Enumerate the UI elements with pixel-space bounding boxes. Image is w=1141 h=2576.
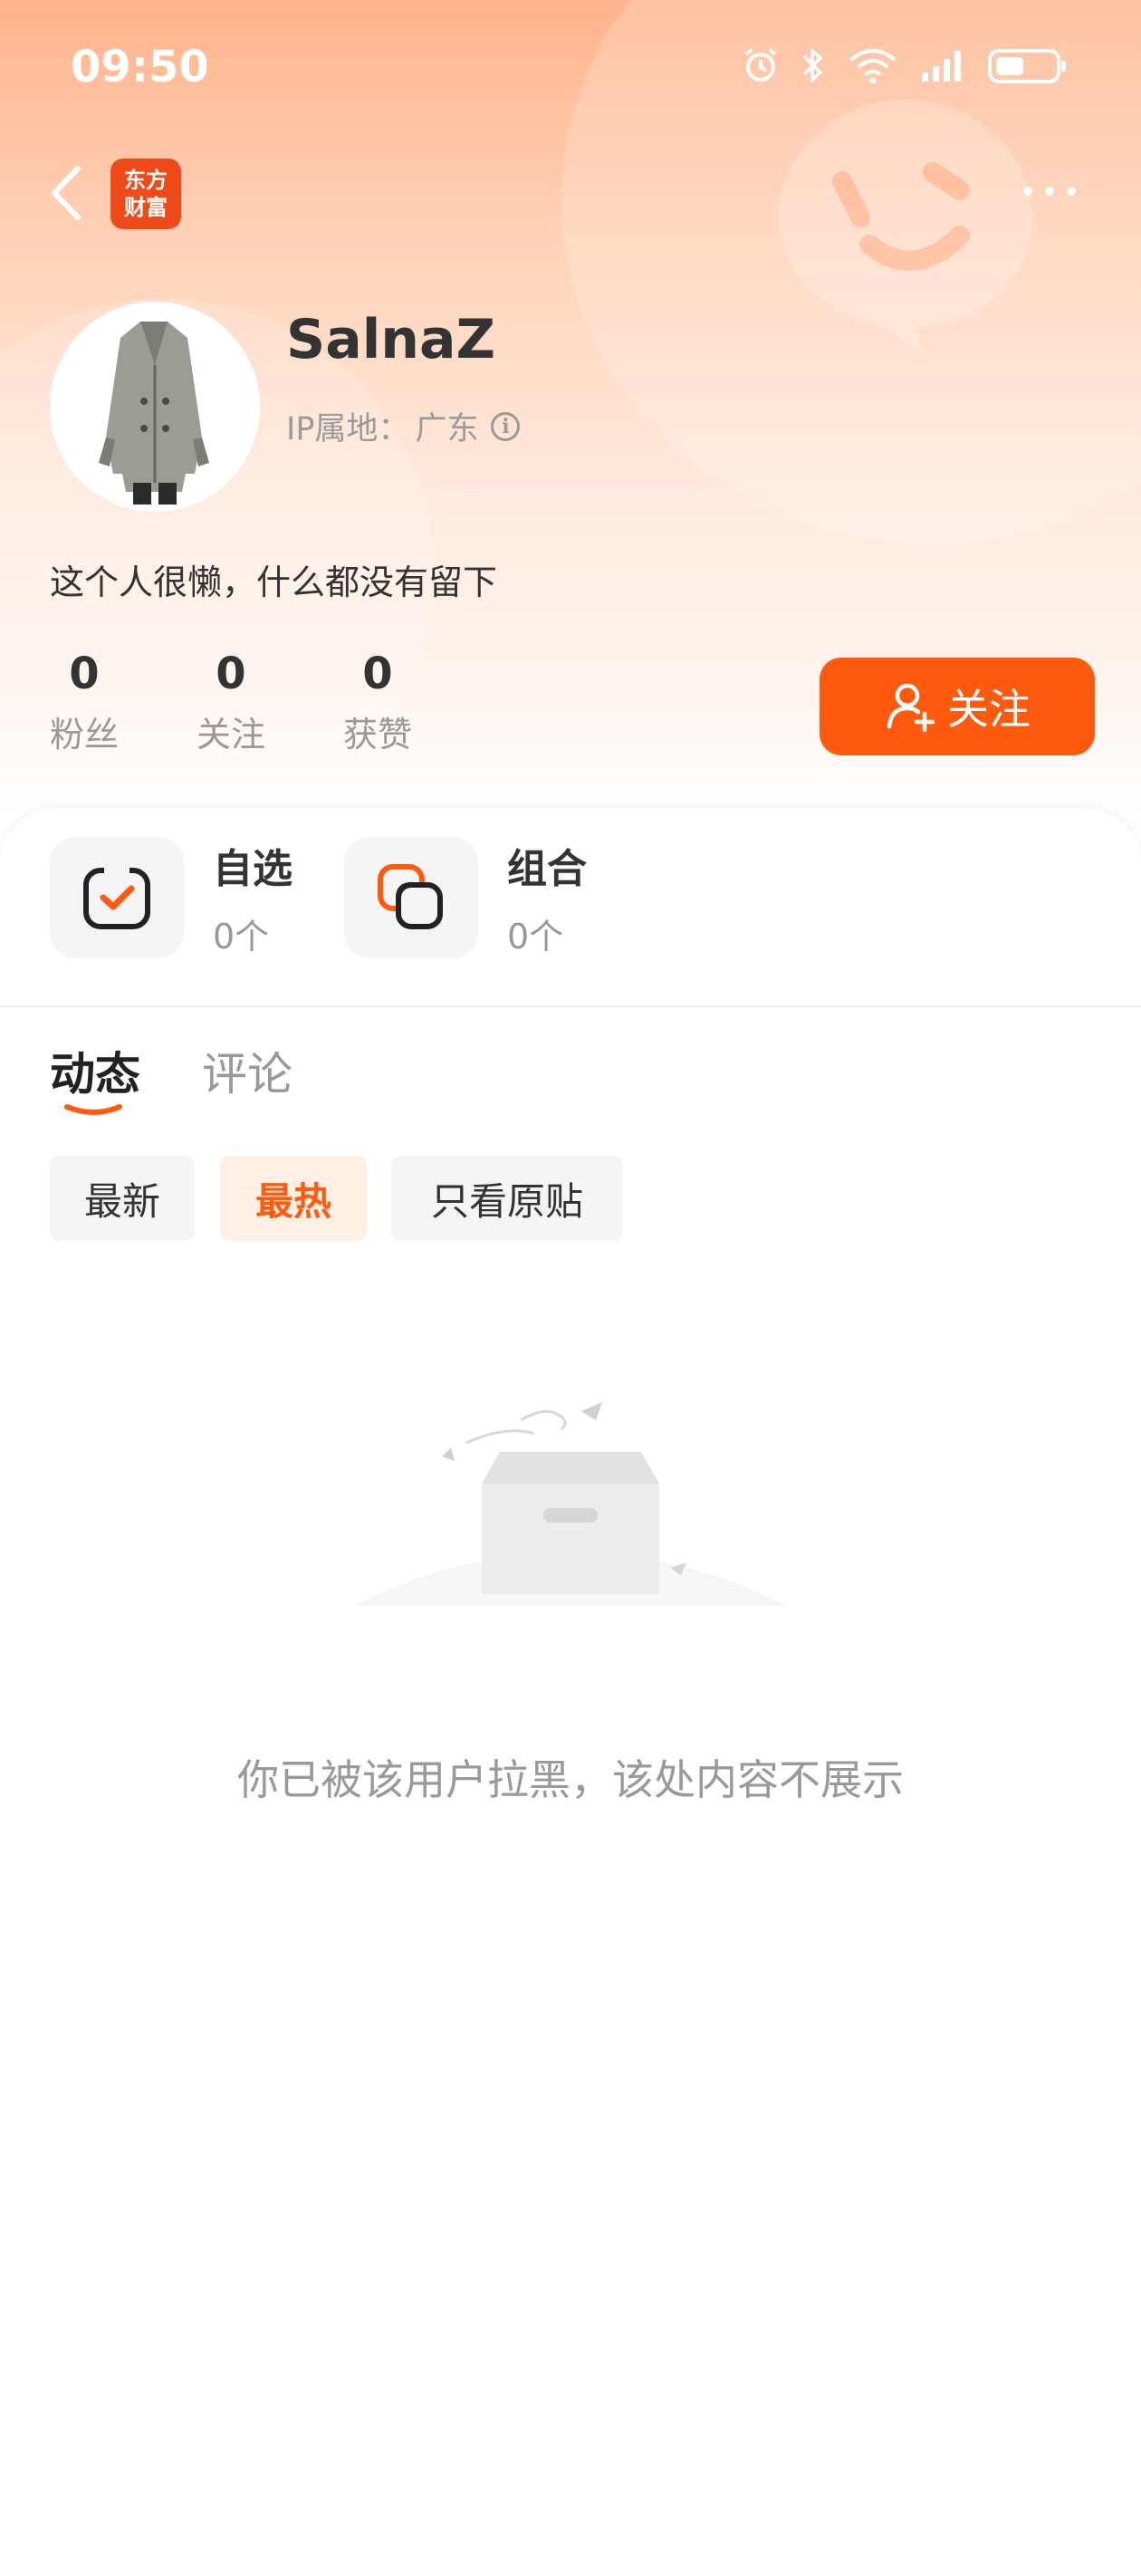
ip-location-row: IP属地： 广东 i [286,403,521,449]
chevron-left-icon [52,166,81,220]
stats-row: 0 粉丝 0 关注 0 获赞 [50,649,490,756]
wifi-icon [849,49,896,84]
stat-fans[interactable]: 0 粉丝 [50,649,197,756]
add-user-icon [887,683,935,733]
watchlist-entry[interactable]: 自选 0个 [50,836,292,958]
bluetooth-icon [802,47,823,83]
logo-text-line2: 财富 [124,195,168,220]
bio-text: 这个人很懒，什么都没有留下 [50,562,498,602]
quick-entry-count: 0个 [507,917,564,956]
status-time: 09:50 [71,42,209,92]
avatar[interactable] [50,302,260,512]
ip-location: 广东 [415,411,479,447]
portfolio-entry[interactable]: 组合 0个 [344,836,587,958]
alarm-icon [744,48,777,82]
filter-hottest[interactable]: 最热 [220,1156,367,1241]
avatar-coat-image [50,302,260,512]
logo-text-line1: 东方 [124,168,168,193]
back-button[interactable] [45,161,91,225]
more-dot-icon [1045,187,1054,196]
tab-active-indicator [64,1104,122,1115]
empty-box-illustration-icon [353,1402,788,1606]
status-bar: 09:50 [0,0,1141,136]
more-options-button[interactable] [1023,178,1087,205]
stat-label: 关注 [197,715,266,755]
follow-button-label: 关注 [947,685,1031,734]
quick-entry-count: 0个 [213,917,270,956]
tab-comments[interactable]: 评论 [202,1038,292,1103]
stat-label: 粉丝 [50,715,120,755]
quick-entry-title: 自选 [213,846,292,892]
stat-likes[interactable]: 0 获赞 [343,649,490,756]
watchlist-check-icon [83,864,150,929]
more-dot-icon [1067,187,1076,196]
portfolio-overlap-icon [378,863,443,929]
ip-label: IP属地： [286,411,410,447]
signal-icon [922,51,961,82]
info-icon[interactable]: i [491,411,521,441]
stat-number: 0 [216,649,246,699]
content-card: 自选 0个 组合 0个 动态 评论 最新 最热 只看原贴 你已被该用户拉黑，该处… [0,809,1141,2576]
follow-button[interactable]: 关注 [820,658,1095,755]
stat-number: 0 [69,649,100,699]
username: SalnaZ [286,308,495,371]
quick-entry-title: 组合 [507,846,587,892]
status-icons [741,45,1069,85]
portfolio-icon-box [344,836,478,958]
tab-posts[interactable]: 动态 [50,1038,140,1103]
watchlist-icon-box [50,836,184,958]
stat-following[interactable]: 0 关注 [197,649,343,756]
battery-icon [988,49,1066,83]
more-dot-icon [1023,187,1032,196]
stat-label: 获赞 [343,715,413,755]
section-divider [0,1005,1141,1007]
blocked-message: 你已被该用户拉黑，该处内容不展示 [237,1755,904,1804]
stat-number: 0 [362,649,393,699]
filter-original-only[interactable]: 只看原贴 [391,1156,623,1241]
app-logo[interactable]: 东方 财富 [110,159,181,229]
filter-latest[interactable]: 最新 [50,1156,195,1241]
